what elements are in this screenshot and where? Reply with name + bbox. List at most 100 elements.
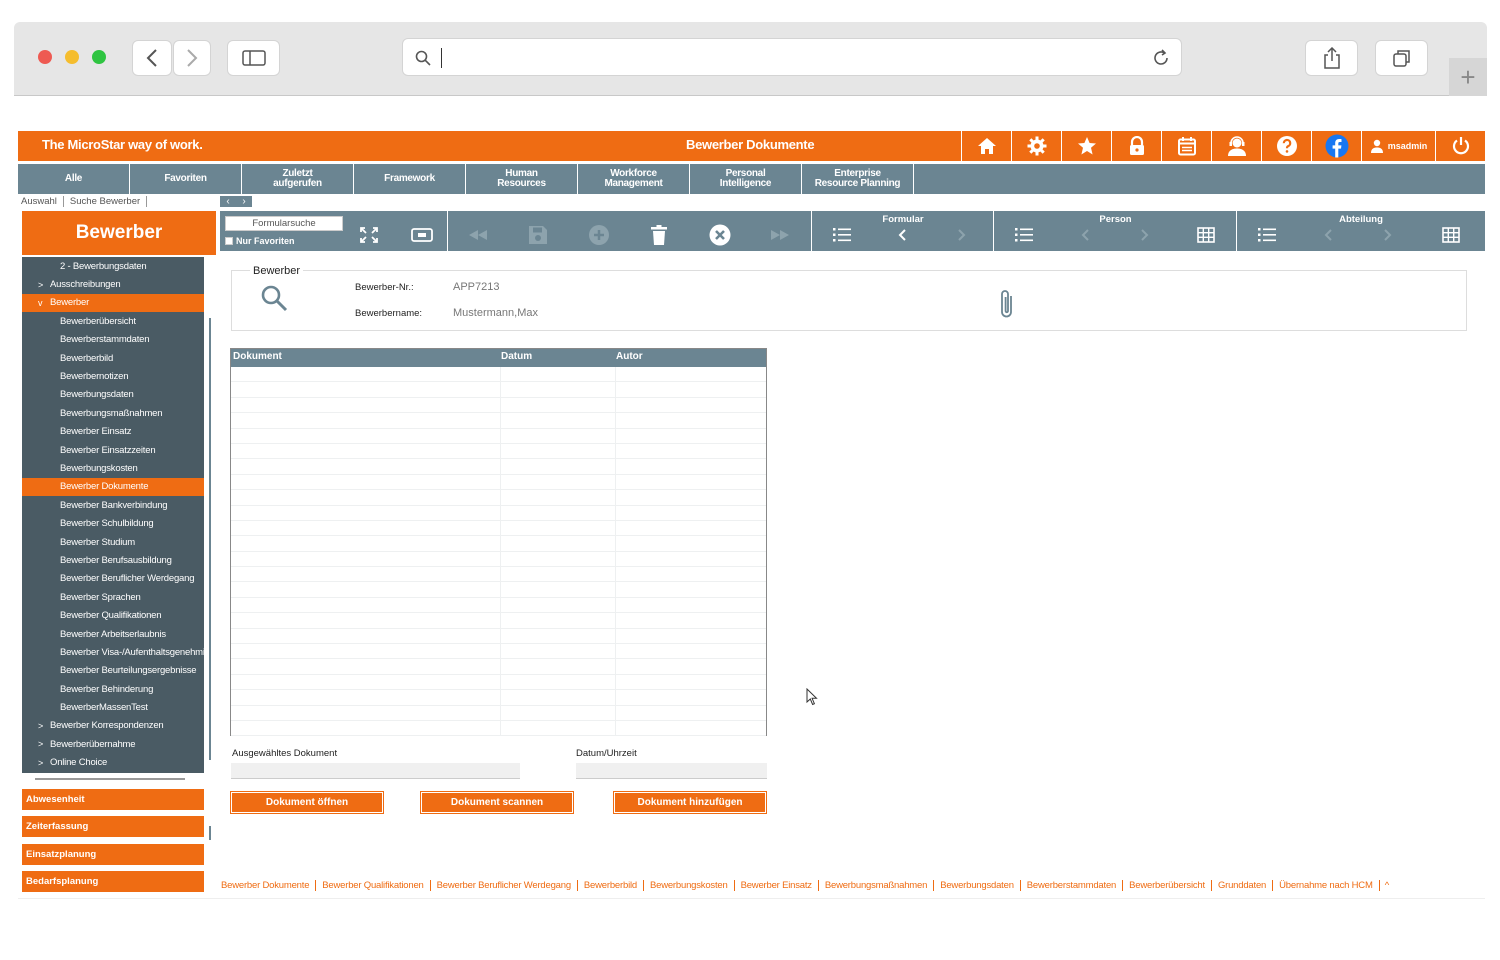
open-document-button[interactable]: Dokument öffnen [231, 792, 383, 813]
table-row[interactable] [231, 629, 766, 645]
sidebar-item[interactable]: Bewerber Visa-/Aufenthaltsgenehmigung [22, 643, 204, 661]
sidebar-item[interactable]: Bewerber Qualifikationen [22, 606, 204, 624]
column-header-document[interactable]: Dokument [233, 351, 282, 362]
sidebar-item[interactable]: Bewerberübersicht [22, 312, 204, 330]
add-record-button[interactable] [587, 225, 611, 245]
sidebar-item[interactable]: Bewerber Arbeitserlaubnis [22, 625, 204, 643]
table-row[interactable] [231, 536, 766, 552]
user-menu[interactable]: msadmin [1361, 131, 1435, 161]
footer-link[interactable]: Bewerber Qualifikationen [316, 880, 431, 891]
table-row[interactable] [231, 598, 766, 614]
save-button[interactable] [526, 225, 550, 245]
zoom-window-button[interactable] [92, 50, 106, 64]
department-previous-button[interactable] [1316, 225, 1340, 245]
attachment-button[interactable] [998, 287, 1016, 324]
window-button[interactable] [410, 225, 434, 245]
table-row[interactable] [231, 413, 766, 429]
department-grid-button[interactable] [1439, 225, 1463, 245]
reload-icon[interactable] [1151, 48, 1171, 68]
nav-workforce-management[interactable]: Workforce Management [578, 164, 690, 194]
module-time-tracking[interactable]: Zeiterfassung [22, 816, 204, 837]
person-next-button[interactable] [1133, 225, 1157, 245]
table-row[interactable] [231, 475, 766, 491]
footer-link[interactable]: Bewerbungsdaten [934, 880, 1021, 891]
table-row[interactable] [231, 367, 766, 383]
new-tab-button[interactable]: + [1449, 58, 1487, 96]
sidebar-scrollbar[interactable] [209, 318, 211, 760]
footer-link[interactable]: Übernahme nach HCM [1273, 880, 1380, 891]
address-bar[interactable] [402, 38, 1182, 76]
sidebar-item[interactable]: Bewerber Sprachen [22, 588, 204, 606]
table-row[interactable] [231, 721, 766, 737]
sidebar-item[interactable]: Bewerbungsmaßnahmen [22, 404, 204, 422]
sidebar-item[interactable]: Bewerber Behinderung [22, 680, 204, 698]
forward-button[interactable] [173, 40, 211, 76]
cancel-button[interactable] [708, 224, 732, 246]
facebook-button[interactable] [1311, 131, 1361, 161]
tabs-button[interactable] [1375, 40, 1428, 76]
footer-link[interactable]: Bewerbungskosten [643, 880, 735, 891]
table-row[interactable] [231, 613, 766, 629]
sidebar-item[interactable]: Bewerbungskosten [22, 459, 204, 477]
table-row[interactable] [231, 582, 766, 598]
close-window-button[interactable] [38, 50, 52, 64]
sidebar-item[interactable]: > Online Choice [22, 754, 204, 772]
lock-button[interactable] [1111, 131, 1161, 161]
sidebar-item[interactable]: Bewerber Beruflicher Werdegang [22, 570, 204, 588]
person-list-button[interactable] [1012, 225, 1036, 245]
footer-link[interactable]: Bewerberstammdaten [1020, 880, 1124, 891]
breadcrumb-selection[interactable]: Auswahl [21, 196, 64, 207]
footer-expand-icon[interactable]: ^ [1380, 880, 1389, 891]
search-applicant-button[interactable] [260, 284, 288, 315]
sidebar-item[interactable]: Bewerberstammdaten [22, 331, 204, 349]
favorites-button[interactable] [1061, 131, 1111, 161]
calendar-button[interactable] [1161, 131, 1211, 161]
table-row[interactable] [231, 398, 766, 414]
delete-button[interactable] [647, 225, 671, 245]
nav-enterprise-resource-planning[interactable]: Enterprise Resource Planning [802, 164, 914, 194]
table-row[interactable] [231, 444, 766, 460]
form-list-button[interactable] [830, 225, 854, 245]
department-next-button[interactable] [1376, 225, 1400, 245]
table-row[interactable] [231, 567, 766, 583]
footer-link[interactable]: Bewerber Einsatz [734, 880, 819, 891]
support-button[interactable] [1211, 131, 1261, 161]
chevron-right-icon[interactable]: > [38, 280, 50, 290]
settings-button[interactable] [1011, 131, 1061, 161]
person-previous-button[interactable] [1073, 225, 1097, 245]
column-header-author[interactable]: Autor [616, 351, 643, 362]
selected-document-field[interactable] [231, 763, 520, 779]
documents-table[interactable]: Dokument Datum Autor [230, 348, 767, 737]
chevron-right-icon[interactable]: > [38, 739, 50, 749]
table-row[interactable] [231, 659, 766, 675]
sidebar-item[interactable]: Bewerberbild [22, 349, 204, 367]
sidebar-scrollbar-lower[interactable] [209, 826, 211, 840]
footer-link[interactable]: Bewerberübersicht [1123, 880, 1212, 891]
footer-link[interactable]: Bewerbungsmaßnahmen [818, 880, 935, 891]
share-button[interactable] [1305, 40, 1358, 76]
only-favorites-checkbox[interactable]: Nur Favoriten [225, 236, 295, 246]
table-row[interactable] [231, 644, 766, 660]
table-row[interactable] [231, 382, 766, 398]
sidebar-item[interactable]: Bewerbernotizen [22, 367, 204, 385]
sidebar-item[interactable]: Bewerber Dokumente [22, 477, 204, 497]
sidebar-item[interactable]: Bewerber Bankverbindung [22, 496, 204, 514]
add-document-button[interactable]: Dokument hinzufügen [614, 792, 766, 813]
module-deployment-planning[interactable]: Einsatzplanung [22, 844, 204, 865]
sidebar-item[interactable]: Bewerbungsdaten [22, 386, 204, 404]
chevron-right-icon[interactable]: > [38, 758, 50, 768]
table-row[interactable] [231, 506, 766, 521]
last-record-button[interactable] [768, 225, 792, 245]
table-row[interactable] [231, 429, 766, 444]
sidebar-item[interactable]: > Bewerber Korrespondenzen [22, 717, 204, 735]
fullscreen-button[interactable] [357, 225, 381, 245]
table-row[interactable] [231, 490, 766, 506]
footer-link[interactable]: Bewerber Beruflicher Werdegang [430, 880, 578, 891]
form-search-input[interactable]: Formularsuche [225, 216, 343, 231]
table-row[interactable] [231, 675, 766, 691]
home-button[interactable] [961, 131, 1011, 161]
first-record-button[interactable] [466, 225, 490, 245]
sidebar-collapse-arrows[interactable]: ‹ › [220, 196, 252, 207]
column-header-date[interactable]: Datum [501, 351, 532, 362]
sidebar-item[interactable]: Bewerber Berufsausbildung [22, 551, 204, 569]
